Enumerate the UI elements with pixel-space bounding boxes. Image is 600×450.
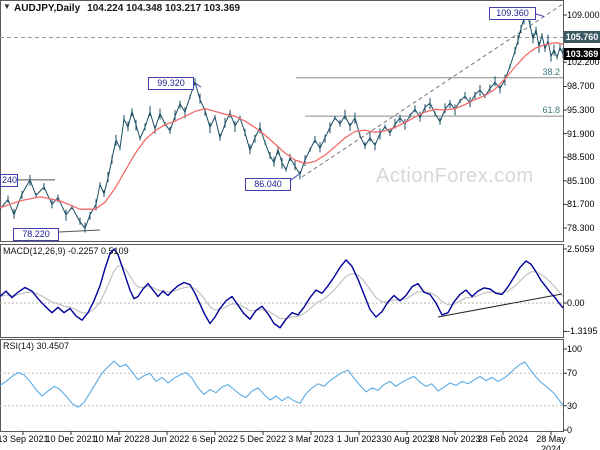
annotation-86040: 86.040 [245, 177, 291, 191]
symbol-period-label: AUDJPY,Daily [14, 3, 81, 14]
macd-ytick: 2.5059 [567, 243, 595, 254]
macd-label: MACD(12,26,9) -0.2257 0.5109 [3, 246, 129, 256]
date-tick: 5 Dec 2022 [239, 434, 287, 444]
ohlc-values: 104.224 104.348 103.217 103.369 [87, 3, 241, 14]
date-tick: 28 May 2024 [536, 434, 566, 450]
current-price-tag: 103.369 [564, 48, 600, 61]
rsi-ytick: 100 [567, 344, 583, 354]
price-ytick: 98.700 [567, 81, 595, 92]
price-ytick: 109.000 [567, 10, 600, 20]
rsi-ytick: 70 [567, 368, 578, 379]
price-ytick: 81.700 [567, 199, 595, 210]
date-tick: 6 Sep 2022 [191, 434, 239, 444]
fib-382-label: 38.2 [542, 66, 560, 77]
price-ytick: 78.300 [567, 222, 595, 233]
level-price-tag: 105.760 [564, 31, 600, 44]
chart-title: AUDJPY,Daily 104.224 104.348 103.217 103.… [14, 3, 240, 14]
date-tick: 3 Mar 2023 [288, 434, 334, 444]
annotation-99320: 99.320 [148, 76, 194, 90]
rsi-label: RSI(14) 30.4507 [3, 341, 70, 351]
annotation-85240: 240 [0, 174, 18, 188]
chart-window: ActionForex.com ▼ AUDJPY,Daily 104.224 10… [0, 0, 600, 450]
macd-ytick: -1.3195 [567, 326, 598, 337]
date-tick: 10 Dec 2021 [45, 434, 97, 444]
date-tick: 28 Feb 2024 [477, 434, 529, 444]
fib-618-label: 61.8 [542, 105, 560, 116]
date-tick: 1 Jun 2023 [336, 434, 382, 444]
price-ytick: 88.500 [567, 152, 595, 163]
chart-canvas[interactable] [0, 0, 600, 450]
date-tick: 10 Mar 2022 [93, 434, 145, 444]
macd-ytick: 0.00 [567, 298, 585, 308]
rsi-ytick: 30 [567, 400, 578, 411]
date-tick: 30 Aug 2023 [381, 434, 433, 444]
price-ytick: 85.100 [567, 175, 595, 186]
date-tick: 8 Jun 2022 [144, 434, 190, 444]
annotation-109360: 109.360 [489, 7, 536, 20]
date-tick: 28 Nov 2023 [429, 434, 481, 444]
price-ytick: 95.300 [567, 105, 595, 116]
chevron-down-icon[interactable]: ▼ [3, 2, 11, 11]
price-ytick: 91.900 [567, 128, 595, 139]
annotation-78220: 78.220 [13, 227, 59, 241]
date-tick: 13 Sep 2021 [0, 434, 49, 444]
